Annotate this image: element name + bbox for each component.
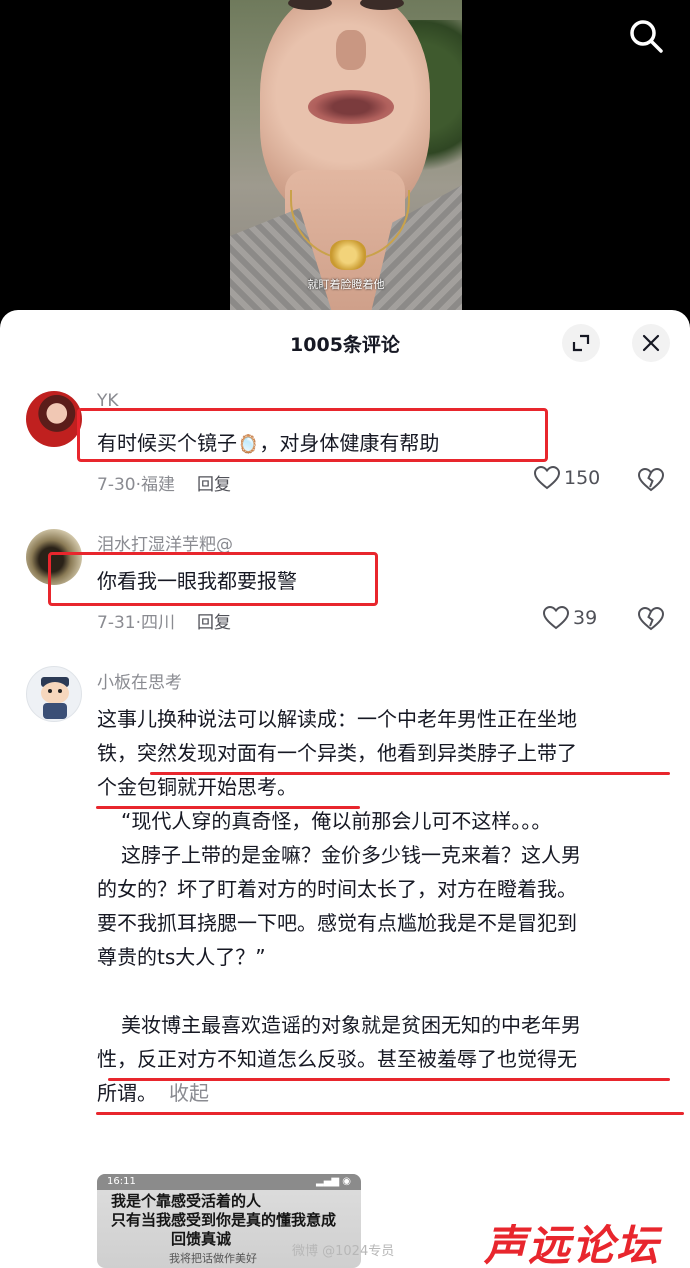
reply-button[interactable]: 回复: [197, 475, 231, 495]
watermark-user: 微博 @1024专员: [292, 1244, 395, 1259]
comment-line: 铁，突然发现对面有一个异类，他看到异类脖子上带了: [97, 741, 577, 765]
comment-date: 7-30: [97, 475, 136, 495]
comment-username[interactable]: 小板在思考: [97, 668, 182, 693]
comment-text: 有时候买个镜子🪞，对身体健康有帮助: [97, 426, 672, 462]
video-eye-right: [360, 0, 404, 10]
collapse-button[interactable]: 收起: [169, 1081, 209, 1105]
comment-line-last: 所谓。 收起: [97, 1076, 672, 1110]
video-lips: [308, 90, 394, 124]
comment-line: 尊贵的ts大人了？”: [97, 945, 266, 969]
comment-line: 要不我抓耳挠腮一下吧。感觉有点尴尬我是不是冒犯到: [97, 911, 577, 935]
annotation-underline: [96, 1112, 684, 1115]
comment-date: 7-31: [97, 613, 136, 633]
comment-text-part: ，对身体健康有帮助: [259, 431, 440, 455]
comment-username[interactable]: 泪水打湿洋芋粑@: [97, 530, 233, 555]
expand-button[interactable]: [562, 324, 600, 362]
thumbnail-line: 我是个靠感受活着的人: [111, 1192, 262, 1210]
search-icon: [630, 20, 663, 53]
comment-line: 这事儿换种说法可以解读成：一个中老年男性正在坐地: [97, 707, 577, 731]
comment-line: 的女的？坏了盯着对方的时间太长了，对方在瞪着我。: [97, 877, 577, 901]
close-icon: [642, 334, 660, 352]
heart-icon: [543, 606, 569, 630]
avatar[interactable]: [26, 529, 82, 585]
broken-heart-icon: [637, 606, 665, 631]
comment-line: “现代人穿的真奇怪，俺以前那会儿可不这样。。。: [121, 809, 552, 833]
comment-sheet-header: 1005条评论: [0, 310, 690, 376]
comment-sheet: 1005条评论 YK 有时候买个镜子🪞，对身体健康有帮助 7-30·福建回复: [0, 310, 690, 1268]
avatar[interactable]: [26, 391, 82, 447]
thumbnail-status-bar: 16:11 ▂▄▆ ◉: [97, 1174, 361, 1190]
comment-meta: 7-31·四川 回复: [97, 613, 231, 633]
reply-button[interactable]: 回复: [197, 613, 231, 633]
close-button[interactable]: [632, 324, 670, 362]
comment-blank-line: [97, 974, 672, 1008]
thumbnail-line: 只有当我感受到你是真的懂我意成: [111, 1211, 337, 1229]
watermark-logo: 声远论坛: [484, 1221, 661, 1268]
cartoon-avatar-icon: [41, 677, 69, 719]
comment-text-part: 有时候买个镜子: [97, 431, 237, 455]
broken-heart-icon: [637, 467, 665, 492]
like-button[interactable]: 39: [543, 606, 597, 630]
thumbnail-status-time: 16:11: [107, 1176, 136, 1187]
video-eye-left: [288, 0, 332, 10]
like-count: 150: [564, 467, 601, 489]
video-gold-pendant: [330, 240, 366, 270]
video-frame[interactable]: 就盯着脸瞪着他: [230, 0, 462, 310]
like-count: 39: [573, 607, 598, 629]
search-button[interactable]: [626, 16, 666, 56]
comment-username[interactable]: YK: [97, 391, 119, 411]
heart-icon: [534, 466, 560, 490]
like-button[interactable]: 150: [534, 466, 600, 490]
comment-line: 美妆博主最喜欢造谣的对象就是贫困无知的中老年男: [121, 1013, 581, 1037]
expand-icon: [572, 334, 590, 352]
comment-text: 你看我一眼我都要报警: [97, 569, 297, 593]
mirror-emoji: 🪞: [237, 434, 260, 455]
avatar[interactable]: [26, 666, 82, 722]
comment-line: 性，反正对方不知道怎么反驳。甚至被羞辱了也觉得无: [97, 1047, 577, 1071]
video-subtitle: 就盯着脸瞪着他: [307, 278, 385, 291]
comment-location: 四川: [141, 613, 175, 633]
dislike-button[interactable]: [637, 606, 665, 631]
comment-text-long: 这事儿换种说法可以解读成：一个中老年男性正在坐地 铁，突然发现对面有一个异类，他…: [97, 702, 672, 1110]
dislike-button[interactable]: [637, 467, 665, 492]
comment-line: 所谓。: [97, 1081, 157, 1105]
video-player[interactable]: 就盯着脸瞪着他: [0, 0, 690, 330]
comment-location: 福建: [141, 475, 175, 495]
thumbnail-status-icons: ▂▄▆ ◉: [316, 1176, 351, 1187]
thumbnail-caption: 我将把话做作美好: [169, 1252, 257, 1265]
video-nose: [336, 30, 366, 70]
comment-line: 个金包铜就开始思考。: [97, 775, 297, 799]
comment-line: 这脖子上带的是金嘛？金价多少钱一克来着？这人男: [121, 843, 581, 867]
comment-meta: 7-30·福建 回复: [97, 475, 231, 495]
